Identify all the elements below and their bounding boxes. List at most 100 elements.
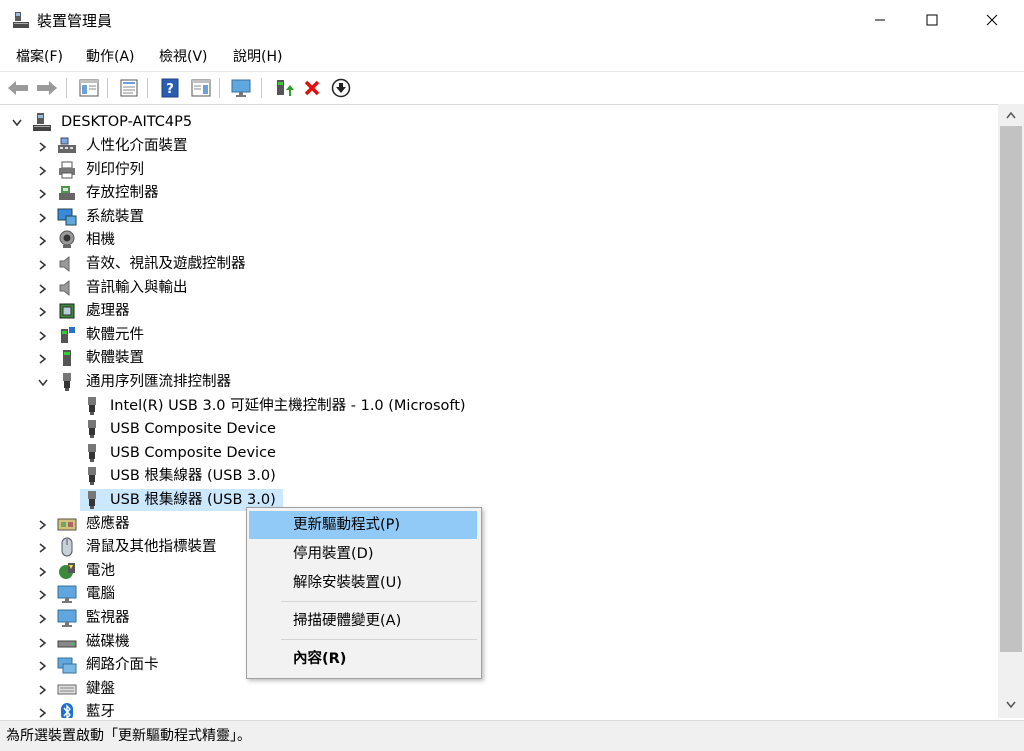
device-category-row[interactable]: 人性化介面裝置 — [0, 135, 500, 158]
usb-device-label: USB Composite Device — [110, 421, 276, 437]
menu-action[interactable]: 動作(A) — [84, 46, 137, 66]
vertical-scrollbar[interactable] — [998, 104, 1024, 718]
chevron-right-icon[interactable] — [36, 135, 50, 158]
storage-controller-icon — [59, 186, 75, 200]
device-category-label: 網路介面卡 — [86, 657, 159, 673]
device-category-row[interactable]: 系統裝置 — [0, 206, 500, 229]
chevron-right-icon[interactable] — [36, 347, 50, 370]
menu-help[interactable]: 說明(H) — [231, 46, 284, 66]
back-button[interactable] — [6, 77, 30, 99]
chevron-right-icon[interactable] — [36, 159, 50, 182]
chevron-right-icon[interactable] — [36, 513, 50, 536]
show-hide-console-tree-button[interactable] — [77, 77, 101, 99]
device-category-label: 系統裝置 — [86, 209, 144, 225]
maximize-button[interactable] — [905, 0, 959, 40]
scroll-down-arrow-icon[interactable] — [1006, 701, 1016, 708]
chevron-right-icon[interactable] — [36, 229, 50, 252]
action-pane-button[interactable] — [189, 77, 213, 99]
red-x-icon — [304, 80, 320, 96]
help-button[interactable]: ? — [158, 77, 182, 99]
device-category-label: 電池 — [86, 563, 115, 579]
device-category-row[interactable]: 鍵盤 — [0, 678, 500, 701]
computer-tower-icon — [33, 113, 51, 131]
chevron-right-icon[interactable] — [36, 300, 50, 323]
device-category-row[interactable]: 通用序列匯流排控制器 — [0, 371, 500, 394]
chevron-right-icon[interactable] — [36, 560, 50, 583]
chevron-down-icon[interactable] — [10, 111, 24, 134]
chevron-right-icon[interactable] — [36, 182, 50, 205]
chevron-right-icon[interactable] — [36, 253, 50, 276]
menu-view[interactable]: 檢視(V) — [157, 46, 210, 66]
scan-hardware-changes-button[interactable] — [229, 77, 253, 99]
device-category-row[interactable]: 存放控制器 — [0, 182, 500, 205]
properties-button[interactable] — [117, 77, 141, 99]
device-category-row[interactable]: 藍牙 — [0, 701, 500, 718]
menu-item-properties[interactable]: 內容(R) — [249, 645, 477, 673]
device-category-row[interactable]: 軟體裝置 — [0, 347, 500, 370]
menu-item-uninstall-device[interactable]: 解除安裝裝置(U) — [249, 569, 477, 597]
minimize-button[interactable] — [853, 0, 907, 40]
uninstall-device-button[interactable] — [300, 77, 324, 99]
menu-item-update-driver[interactable]: 更新驅動程式(P) — [249, 511, 477, 539]
close-button[interactable] — [965, 0, 1019, 40]
menu-item-scan-hardware[interactable]: 掃描硬體變更(A) — [249, 607, 477, 635]
chevron-right-icon[interactable] — [36, 324, 50, 347]
chevron-right-icon[interactable] — [36, 701, 50, 718]
chevron-right-icon[interactable] — [36, 277, 50, 300]
properties-sheet-icon — [120, 79, 138, 97]
tree-root-computer[interactable]: DESKTOP-AITC4P5 — [0, 111, 400, 134]
chevron-right-icon[interactable] — [36, 678, 50, 701]
chevron-right-icon[interactable] — [36, 607, 50, 630]
forward-button[interactable] — [35, 77, 59, 99]
chevron-right-icon[interactable] — [36, 654, 50, 677]
window-title: 裝置管理員 — [37, 12, 113, 30]
toolbar-separator — [219, 78, 220, 98]
device-category-label: 音訊輸入與輸出 — [86, 280, 188, 296]
mouse-icon — [61, 537, 73, 557]
status-bar: 為所選裝置啟動「更新驅動程式精靈」。 — [0, 720, 1024, 751]
menu-file[interactable]: 檔案(F) — [14, 46, 65, 66]
usb-device-row[interactable]: Intel(R) USB 3.0 可延伸主機控制器 - 1.0 (Microso… — [0, 395, 600, 418]
scroll-up-arrow-icon[interactable] — [1006, 112, 1016, 119]
menu-item-disable-device[interactable]: 停用裝置(D) — [249, 540, 477, 568]
device-category-label: 磁碟機 — [86, 634, 130, 650]
update-driver-button[interactable] — [272, 77, 296, 99]
device-category-label: 監視器 — [86, 610, 130, 626]
device-category-label: 鍵盤 — [86, 681, 115, 697]
chevron-right-icon[interactable] — [36, 536, 50, 559]
device-category-row[interactable]: 軟體元件 — [0, 324, 500, 347]
device-category-row[interactable]: 處理器 — [0, 300, 500, 323]
monitor-icon — [57, 609, 77, 627]
usb-device-row[interactable]: USB Composite Device — [0, 418, 600, 441]
chevron-right-icon[interactable] — [36, 583, 50, 606]
computer-name: DESKTOP-AITC4P5 — [61, 114, 193, 130]
usb-device-label: USB 根集線器 (USB 3.0) — [110, 468, 276, 484]
menu-separator — [281, 601, 477, 602]
device-category-label: 軟體裝置 — [86, 350, 144, 366]
scrollbar-thumb[interactable] — [1000, 126, 1022, 652]
action-pane-icon — [191, 79, 211, 97]
camera-icon — [59, 230, 75, 248]
device-tree: DESKTOP-AITC4P5 人性化介面裝置列印佇列存放控制器系統裝置相機音效… — [0, 104, 998, 718]
svg-text:?: ? — [166, 82, 174, 97]
disable-device-button[interactable] — [329, 77, 353, 99]
toolbar: ? — [0, 71, 1024, 105]
device-category-row[interactable]: 列印佇列 — [0, 159, 500, 182]
chevron-down-icon[interactable] — [36, 371, 50, 394]
usb-device-row[interactable]: USB Composite Device — [0, 442, 600, 465]
chevron-right-icon[interactable] — [36, 631, 50, 654]
chevron-right-icon[interactable] — [36, 206, 50, 229]
speaker-icon — [59, 255, 70, 273]
computer-icon — [57, 585, 77, 603]
device-category-row[interactable]: 音效、視訊及遊戲控制器 — [0, 253, 500, 276]
device-category-label: 軟體元件 — [86, 327, 144, 343]
console-tree-icon — [79, 79, 99, 97]
usb-device-row[interactable]: USB 根集線器 (USB 3.0) — [0, 465, 600, 488]
device-category-row[interactable]: 相機 — [0, 229, 500, 252]
disk-drive-icon — [57, 640, 77, 648]
device-manager-app-icon — [13, 12, 29, 28]
device-category-label: 列印佇列 — [86, 162, 144, 178]
device-category-label: 相機 — [86, 232, 115, 248]
update-driver-icon — [277, 80, 294, 96]
device-category-row[interactable]: 音訊輸入與輸出 — [0, 277, 500, 300]
